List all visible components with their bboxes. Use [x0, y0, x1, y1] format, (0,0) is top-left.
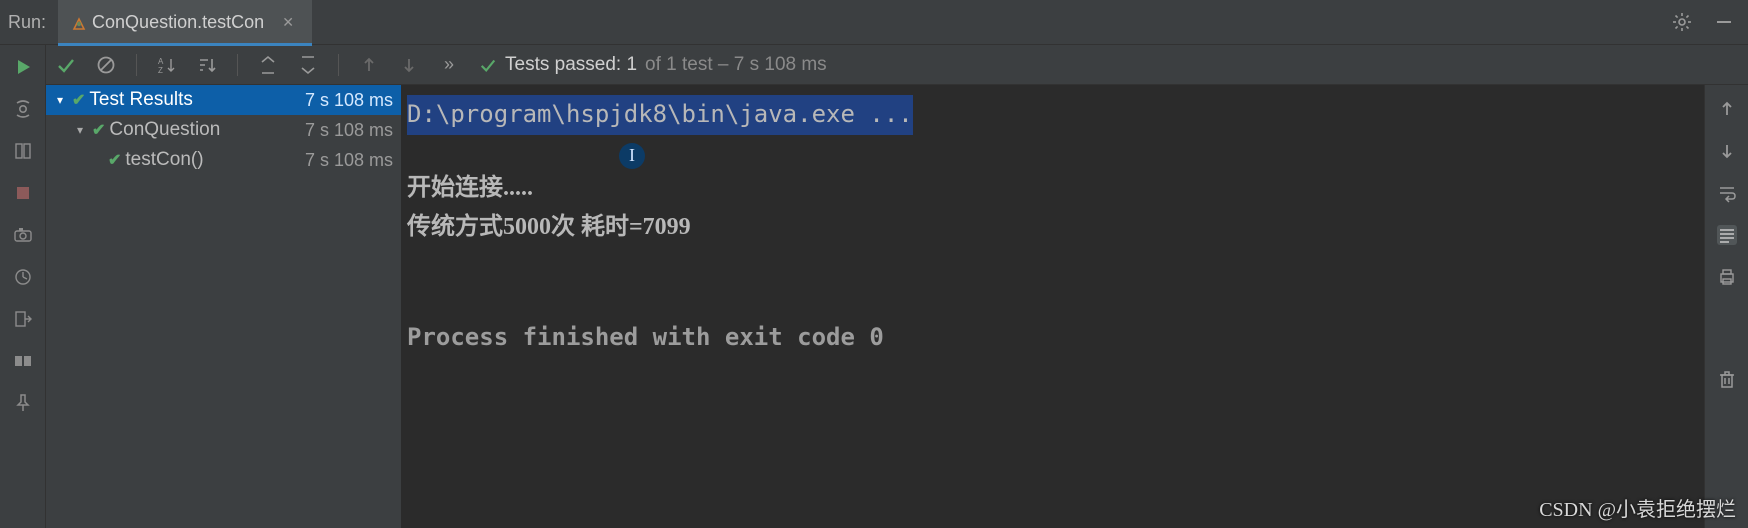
next-icon[interactable] — [399, 55, 419, 75]
close-icon[interactable]: ✕ — [278, 12, 298, 32]
chevron-down-icon[interactable]: ▾ — [72, 123, 88, 137]
scroll-up-icon[interactable] — [1717, 99, 1737, 119]
svg-text:A: A — [158, 57, 164, 66]
test-icon — [72, 15, 86, 29]
run-tab-label: ConQuestion.testCon — [92, 12, 264, 33]
soft-wrap-icon[interactable] — [1717, 183, 1737, 203]
prev-icon[interactable] — [359, 55, 379, 75]
test-tree[interactable]: ▾ ✔ Test Results 7 s 108 ms ▾ ✔ ConQuest… — [46, 85, 401, 528]
summary-rest: of 1 test – 7 s 108 ms — [645, 54, 827, 76]
tree-class-time: 7 s 108 ms — [305, 120, 393, 141]
exit-icon[interactable] — [13, 309, 33, 329]
svg-text:Z: Z — [158, 66, 163, 75]
gear-icon[interactable] — [1672, 12, 1692, 32]
pin-icon[interactable] — [13, 393, 33, 413]
tree-root-time: 7 s 108 ms — [305, 90, 393, 111]
text-cursor-indicator: I — [619, 143, 645, 169]
layout-icon[interactable] — [13, 351, 33, 371]
expand-all-icon[interactable] — [258, 55, 278, 75]
summary-prefix: Tests passed: — [505, 54, 621, 75]
run-tab[interactable]: ConQuestion.testCon ✕ — [58, 0, 312, 45]
pass-icon: ✔ — [108, 150, 121, 170]
run-icon[interactable] — [13, 57, 33, 77]
stop-icon[interactable] — [13, 183, 33, 203]
profiler-icon[interactable] — [13, 267, 33, 287]
right-tool-rail — [1704, 85, 1748, 528]
console-command-line: D:\program\hspjdk8\bin\java.exe ... — [407, 95, 913, 135]
tree-method-time: 7 s 108 ms — [305, 150, 393, 171]
debug-rerun-icon[interactable] — [13, 99, 33, 119]
sort-duration-icon[interactable] — [197, 55, 217, 75]
more-icon[interactable]: » — [439, 55, 459, 75]
tree-root-label: Test Results — [89, 89, 192, 111]
console-line: 传统方式5000次 耗时=7099 — [407, 208, 1686, 248]
console-exit-line: Process finished with exit code 0 — [407, 318, 1686, 358]
show-passed-icon[interactable] — [56, 55, 76, 75]
run-label: Run: — [8, 12, 46, 33]
tree-root-row[interactable]: ▾ ✔ Test Results 7 s 108 ms — [46, 85, 401, 115]
tree-class-label: ConQuestion — [109, 119, 220, 141]
summary-count: 1 — [626, 54, 637, 75]
tab-bar: Run: ConQuestion.testCon ✕ — [0, 0, 1748, 45]
tree-method-label: testCon() — [125, 149, 203, 171]
print-icon[interactable] — [1717, 267, 1737, 287]
scroll-down-icon[interactable] — [1717, 141, 1737, 161]
console-line: 开始连接..... — [407, 169, 1686, 209]
pass-icon: ✔ — [92, 120, 105, 140]
camera-icon[interactable] — [13, 225, 33, 245]
test-summary: Tests passed: 1 of 1 test – 7 s 108 ms — [479, 54, 827, 76]
coverage-icon[interactable] — [13, 141, 33, 161]
tree-method-row[interactable]: ✔ testCon() 7 s 108 ms — [46, 145, 401, 175]
minimize-icon[interactable] — [1714, 12, 1734, 32]
scroll-to-end-icon[interactable] — [1717, 225, 1737, 245]
collapse-all-icon[interactable] — [298, 55, 318, 75]
chevron-down-icon[interactable]: ▾ — [52, 93, 68, 107]
trash-icon[interactable] — [1717, 369, 1737, 389]
check-icon — [479, 56, 497, 74]
sort-alpha-icon[interactable]: AZ — [157, 55, 177, 75]
tree-class-row[interactable]: ▾ ✔ ConQuestion 7 s 108 ms — [46, 115, 401, 145]
pass-icon: ✔ — [72, 90, 85, 110]
left-tool-rail — [0, 45, 46, 528]
console-output[interactable]: D:\program\hspjdk8\bin\java.exe ... I 开始… — [401, 85, 1704, 528]
show-ignored-icon[interactable] — [96, 55, 116, 75]
test-toolbar: AZ » — [46, 45, 1748, 85]
